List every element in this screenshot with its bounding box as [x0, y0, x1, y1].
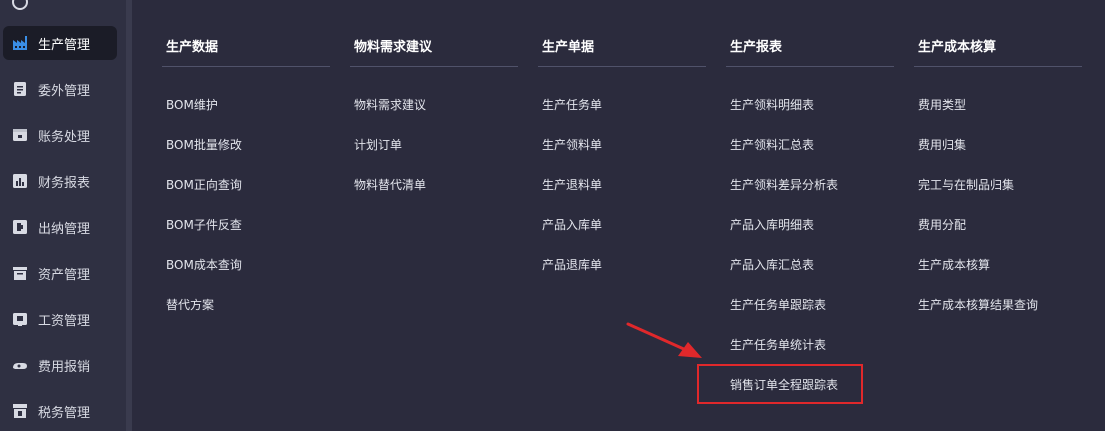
annotation-arrow-icon [626, 322, 702, 358]
menu-link[interactable]: 生产任务单 [542, 96, 602, 113]
sidebar-item-financial-reports[interactable]: 财务报表 [0, 164, 126, 198]
column-title: 生产数据 [166, 40, 219, 55]
clipboard-icon [11, 80, 29, 98]
sidebar-item-tax[interactable]: 税务管理 [0, 394, 126, 428]
column-title: 生产报表 [730, 40, 783, 55]
payroll-icon [11, 310, 29, 328]
sidebar-item-expense-claims[interactable]: 费用报销 [0, 348, 126, 382]
menu-link[interactable]: 生产领料单 [542, 136, 602, 153]
sidebar-item-partial[interactable] [0, 0, 126, 19]
sidebar-item-label: 出纳管理 [38, 221, 91, 237]
column-divider [162, 66, 330, 67]
expense-icon [11, 356, 29, 374]
menu-link[interactable]: 生产领料明细表 [730, 96, 814, 113]
factory-icon [11, 34, 29, 52]
menu-link[interactable]: 物料需求建议 [354, 96, 426, 113]
column-title: 生产单据 [542, 40, 595, 55]
report-chart-icon [11, 172, 29, 190]
sidebar-item-label: 费用报销 [38, 359, 91, 375]
annotation-highlight-box [697, 364, 863, 404]
menu-link[interactable]: 生产任务单跟踪表 [730, 296, 826, 313]
menu-link[interactable]: 生产领料差异分析表 [730, 176, 838, 193]
menu-link[interactable]: BOM维护 [166, 96, 218, 113]
menu-link[interactable]: 费用分配 [918, 216, 966, 233]
menu-link[interactable]: 生产领料汇总表 [730, 136, 814, 153]
menu-link[interactable]: 计划订单 [354, 136, 402, 153]
menu-link[interactable]: 生产成本核算结果查询 [918, 296, 1038, 313]
sidebar-item-label: 委外管理 [38, 83, 91, 99]
menu-link[interactable]: BOM批量修改 [166, 136, 242, 153]
partial-icon [11, 0, 29, 11]
sidebar-item-assets[interactable]: 资产管理 [0, 256, 126, 290]
tax-icon [11, 402, 29, 420]
column-divider [350, 66, 518, 67]
menu-link[interactable]: BOM子件反查 [166, 216, 242, 233]
menu-link[interactable]: 物料替代清单 [354, 176, 426, 193]
menu-link[interactable]: 完工与在制品归集 [918, 176, 1014, 193]
menu-link[interactable]: 费用类型 [918, 96, 966, 113]
sidebar-item-production[interactable]: 生产管理 [3, 26, 117, 60]
sidebar-item-label: 生产管理 [38, 37, 91, 53]
menu-link[interactable]: BOM正向查询 [166, 176, 242, 193]
menu-link[interactable]: 生产退料单 [542, 176, 602, 193]
menu-link[interactable]: 产品退库单 [542, 256, 602, 273]
sidebar-item-label: 税务管理 [38, 405, 91, 421]
column-divider [538, 66, 706, 67]
sidebar-item-accounting[interactable]: 账务处理 [0, 118, 126, 152]
production-menu-panel: 生产数据 BOM维护 BOM批量修改 BOM正向查询 BOM子件反查 BOM成本… [132, 0, 1105, 431]
sidebar-item-label: 工资管理 [38, 313, 91, 329]
menu-link[interactable]: 生产任务单统计表 [730, 336, 826, 353]
menu-link[interactable]: 生产成本核算 [918, 256, 990, 273]
column-divider [914, 66, 1082, 67]
sidebar-item-label: 资产管理 [38, 267, 91, 283]
menu-link[interactable]: 产品入库明细表 [730, 216, 814, 233]
menu-link[interactable]: 费用归集 [918, 136, 966, 153]
ledger-icon [11, 126, 29, 144]
menu-link[interactable]: 产品入库单 [542, 216, 602, 233]
sidebar-item-label: 财务报表 [38, 175, 91, 191]
cashier-icon [11, 218, 29, 236]
menu-link[interactable]: BOM成本查询 [166, 256, 242, 273]
sidebar: 生产管理 委外管理 账务处理 财务报表 出纳管理 资产管理 工资管理 费用报销 … [0, 0, 126, 431]
menu-link[interactable]: 替代方案 [166, 296, 214, 313]
asset-box-icon [11, 264, 29, 282]
column-title: 物料需求建议 [354, 40, 433, 55]
sidebar-item-label: 账务处理 [38, 129, 91, 145]
sidebar-item-outsourcing[interactable]: 委外管理 [0, 72, 126, 106]
column-title: 生产成本核算 [918, 40, 997, 55]
sidebar-item-cashier[interactable]: 出纳管理 [0, 210, 126, 244]
sidebar-item-payroll[interactable]: 工资管理 [0, 302, 126, 336]
column-divider [726, 66, 894, 67]
menu-link[interactable]: 产品入库汇总表 [730, 256, 814, 273]
